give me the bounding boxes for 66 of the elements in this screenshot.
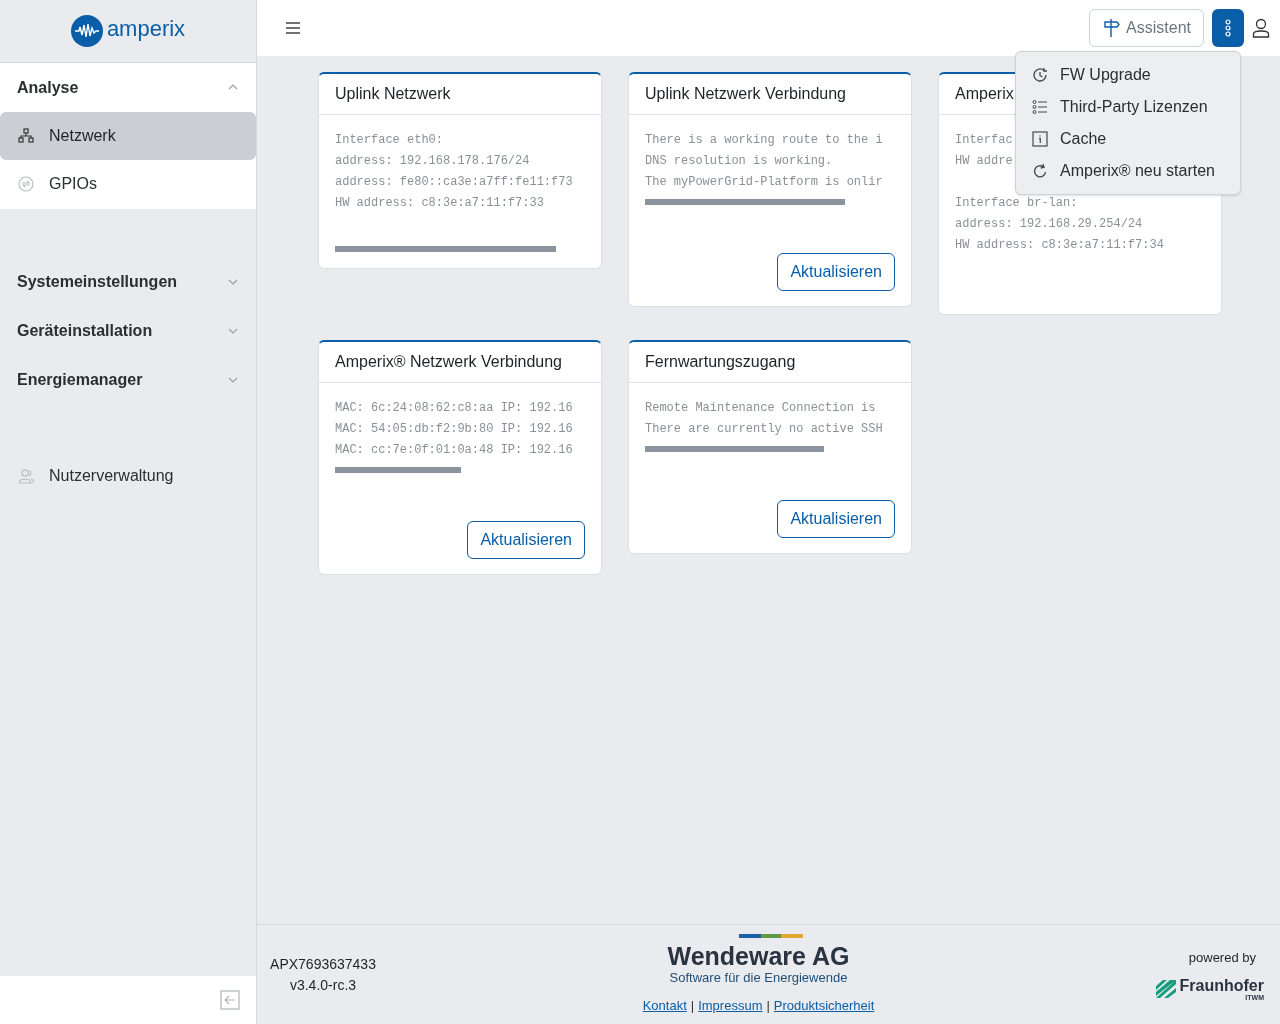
link-separator: | <box>690 996 695 1015</box>
card-title: Uplink Netzwerk <box>335 84 451 104</box>
mono-text-line: MAC: cc:7e:0f:01:0a:48 IP: 192.16 <box>335 443 573 457</box>
mono-text-line: address: 192.168.29.254/24 <box>955 217 1143 231</box>
menu-item[interactable]: Amperix® neu starten <box>1016 155 1240 187</box>
list-icon <box>1032 99 1048 115</box>
logo-wave-icon <box>70 15 103 47</box>
section-header[interactable]: Systemeinstellungen <box>0 257 256 306</box>
footer-link[interactable]: Impressum <box>698 995 763 1016</box>
mono-text-line: HW addre <box>955 154 1013 168</box>
refresh-button[interactable]: Aktualisieren <box>467 521 585 559</box>
footer-link[interactable]: Kontakt <box>642 995 687 1016</box>
user-icon <box>1252 18 1270 38</box>
company-name: Wendeware AG <box>667 941 850 970</box>
mono-text-line: DNS resolution is working. <box>645 154 833 168</box>
users-icon <box>18 468 34 484</box>
mono-text-line: Remote Maintenance Connection is <box>645 401 876 415</box>
assistant-button[interactable]: Assistent <box>1089 9 1204 47</box>
card-title: Uplink Netzwerk Verbindung <box>645 84 846 104</box>
restart-icon <box>1032 163 1048 179</box>
mono-text-line: HW address: c8:3e:a7:11:f7:33 <box>335 196 544 210</box>
powered-by-label: powered by <box>1188 949 1256 968</box>
sidebar-item[interactable]: Netzwerk <box>0 112 256 160</box>
menu-item[interactable]: Third-Party Lizenzen <box>1016 91 1240 123</box>
mono-text-line: Interface eth0: <box>335 133 444 147</box>
info-icon <box>1032 131 1048 147</box>
arrows-circle-icon <box>18 176 34 192</box>
refresh-button[interactable]: Aktualisieren <box>777 253 895 291</box>
device-id: APX7693637433 <box>270 954 376 974</box>
mono-text-line: The myPowerGrid-Platform is onlir <box>645 175 883 189</box>
mono-text-line: MAC: 6c:24:08:62:c8:aa IP: 192.16 <box>335 401 573 415</box>
mono-text-line: HW address: c8:3e:a7:11:f7:34 <box>955 238 1164 252</box>
sidebar-item[interactable]: Nutzerverwaltung <box>0 452 256 500</box>
mono-text-line: Interfac <box>955 133 1013 147</box>
collapse-icon <box>220 990 240 1010</box>
refresh-button[interactable]: Aktualisieren <box>777 500 895 538</box>
version-label: v3.4.0-rc.3 <box>289 975 357 995</box>
history-icon <box>1032 67 1048 83</box>
section-header[interactable]: Geräteinstallation <box>0 306 256 355</box>
mono-text-line: address: 192.168.178.176/24 <box>335 154 530 168</box>
footer-link[interactable]: Produktsicherheit <box>773 995 875 1016</box>
brand-stripe-icon <box>739 933 803 938</box>
vertical-dots-icon <box>1225 19 1231 37</box>
mono-text-line: There are currently no active SSH <box>645 422 883 436</box>
menu-item[interactable]: FW Upgrade <box>1016 59 1240 91</box>
menu-icon <box>285 21 301 35</box>
section-header[interactable]: Energiemanager <box>0 355 256 404</box>
partner-name: Fraunhofer <box>1179 977 1264 994</box>
sidebar-item[interactable]: GPIOs <box>0 160 256 208</box>
card-title: Fernwartungszugang <box>645 352 796 372</box>
link-separator: | <box>766 996 770 1015</box>
mono-text-line: There is a working route to the i <box>645 133 883 147</box>
card-title: Amperix <box>955 84 1014 104</box>
network-icon <box>18 128 34 144</box>
company-tagline: Software für die Energiewende <box>669 969 848 986</box>
mono-text-line: MAC: 54:05:db:f2:9b:80 IP: 192.16 <box>335 422 573 436</box>
more-options-button[interactable] <box>1212 9 1244 47</box>
signpost-icon <box>1102 18 1123 38</box>
menu-item[interactable]: Cache <box>1016 123 1240 155</box>
card-title: Amperix® Netzwerk Verbindung <box>335 352 562 372</box>
mono-text-line: Interface br-lan: <box>955 196 1078 210</box>
mono-text-line: address: fe80::ca3e:a7ff:fe11:f73 <box>335 175 573 189</box>
section-header[interactable]: Analyse <box>0 63 256 112</box>
logo-text: amperix <box>106 18 186 43</box>
fraunhofer-logo-icon <box>1155 980 1176 999</box>
user-button[interactable] <box>1252 18 1270 38</box>
